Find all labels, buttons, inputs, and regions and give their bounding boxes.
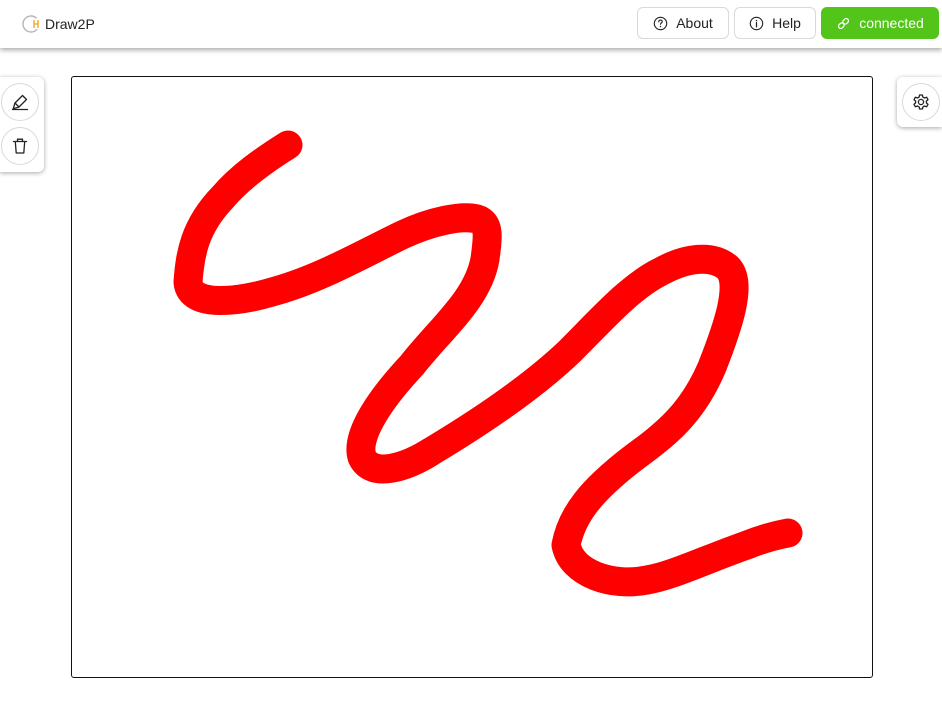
about-button[interactable]: About [637, 7, 729, 39]
app-name: Draw2P [45, 16, 95, 32]
pen-icon [11, 94, 29, 111]
red-stroke [173, 130, 803, 597]
help-button[interactable]: Help [734, 7, 816, 39]
info-circle-icon [749, 16, 764, 30]
connection-status-button[interactable]: connected [821, 7, 939, 39]
top-bar: Draw2P About Help connected [0, 0, 942, 48]
clear-canvas-button[interactable] [1, 127, 39, 165]
pen-tool-button[interactable] [1, 83, 39, 121]
draw2p-logo-icon [22, 15, 40, 33]
help-label: Help [772, 15, 801, 31]
about-label: About [676, 15, 713, 31]
connection-label: connected [859, 15, 924, 31]
gear-icon [913, 94, 929, 110]
tool-panel [0, 77, 44, 172]
brand: Draw2P [21, 13, 95, 35]
settings-button[interactable] [902, 83, 940, 121]
drawing-canvas[interactable] [71, 76, 873, 678]
drawing-surface [173, 130, 803, 597]
link-icon [838, 17, 850, 29]
trash-icon [12, 138, 28, 154]
settings-panel [897, 77, 942, 127]
question-circle-icon [653, 16, 668, 30]
